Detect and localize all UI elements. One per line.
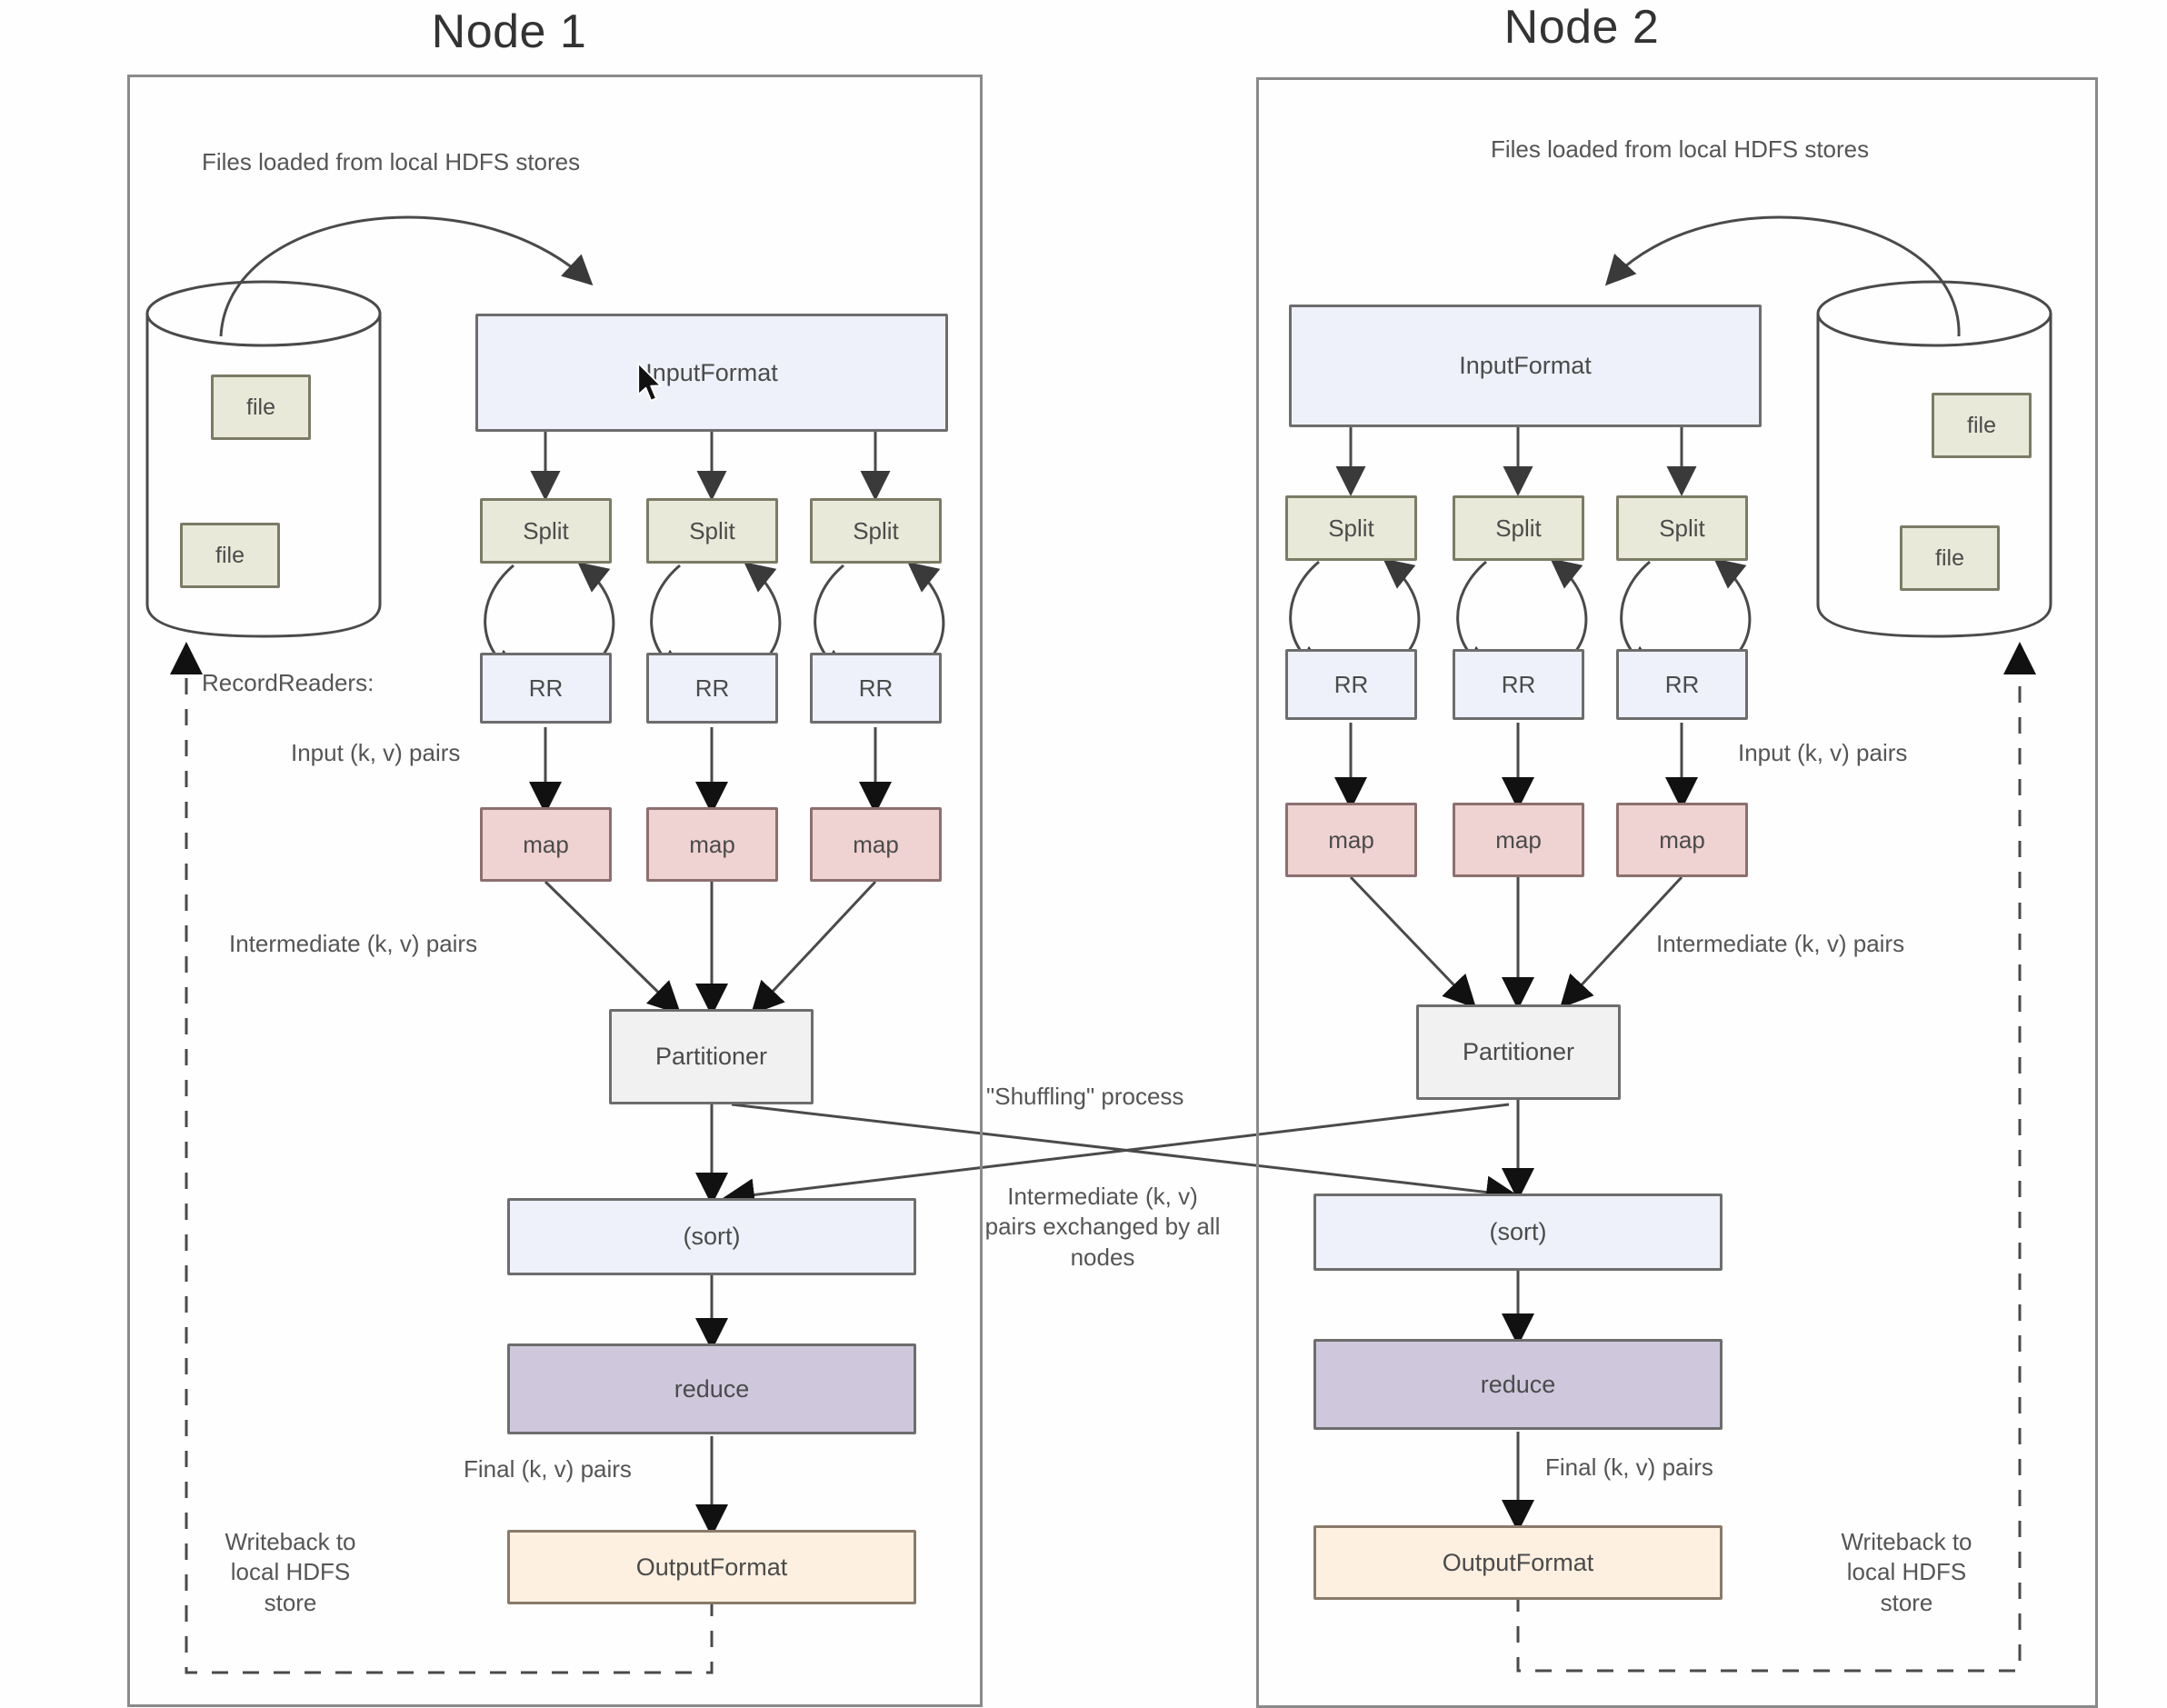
mouse-cursor-icon [637,362,662,402]
node-2-title: Node 2 [1503,1,1660,54]
diagram-canvas: Node 1 Files loaded from local HDFS stor… [0,0,2167,1708]
node-1-outputformat-box[interactable]: OutputFormat [507,1530,916,1604]
node-1-map-3[interactable]: map [810,807,942,882]
node-2-sort-box[interactable]: (sort) [1313,1194,1723,1271]
node-2-split-2[interactable]: Split [1453,495,1584,561]
node-1-sort-box[interactable]: (sort) [507,1198,916,1275]
node-1-input-pairs-label: Input (k, v) pairs [291,739,461,766]
node-2-recordreader-3[interactable]: RR [1616,649,1748,720]
node-1-map-1[interactable]: map [480,807,612,882]
node-2-intermediate-pairs-label: Intermediate (k, v) pairs [1656,930,1905,957]
node-1-inputformat-box[interactable]: InputFormat [475,314,948,432]
node-2-map-1[interactable]: map [1285,803,1417,877]
node-1-file-1: file [211,375,311,440]
node-2-inputformat-box[interactable]: InputFormat [1289,305,1762,427]
node-2-split-1[interactable]: Split [1285,495,1417,561]
node-2-recordreader-2[interactable]: RR [1453,649,1584,720]
node-2-outputformat-box[interactable]: OutputFormat [1313,1525,1723,1600]
node-1-split-3[interactable]: Split [810,498,942,564]
node-2-map-2[interactable]: map [1453,803,1584,877]
node-1-split-2[interactable]: Split [646,498,778,564]
node-2-partitioner-box[interactable]: Partitioner [1416,1004,1621,1100]
node-1-intermediate-pairs-label: Intermediate (k, v) pairs [229,930,478,957]
node-1-partitioner-box[interactable]: Partitioner [609,1009,814,1104]
shuffling-process-label: "Shuffling" process [986,1083,1184,1110]
node-2-map-3[interactable]: map [1616,803,1748,877]
node-1-reduce-box[interactable]: reduce [507,1343,916,1434]
node-2-split-3[interactable]: Split [1616,495,1748,561]
node-1-recordreaders-label: RecordReaders: [202,669,374,696]
shuffle-exchange-label: Intermediate (k, v) pairs exchanged by a… [984,1183,1221,1271]
node-2-input-pairs-label: Input (k, v) pairs [1738,739,1908,766]
node-1-writeback-label: Writeback to local HDFS store [225,1528,356,1616]
node-1-hdfs-load-label: Files loaded from local HDFS stores [202,148,581,175]
node-2-recordreader-1[interactable]: RR [1285,649,1417,720]
node-2-hdfs-load-label: Files loaded from local HDFS stores [1491,135,1870,163]
node-2-file-1: file [1932,393,2032,458]
node-1-recordreader-2[interactable]: RR [646,653,778,724]
node-1-file-2: file [180,523,280,588]
node-1-final-pairs-label: Final (k, v) pairs [464,1455,632,1483]
node-2-final-pairs-label: Final (k, v) pairs [1545,1453,1713,1481]
node-1-map-2[interactable]: map [646,807,778,882]
node-2-file-2: file [1900,525,2000,591]
node-1-split-1[interactable]: Split [480,498,612,564]
node-1-title: Node 1 [431,5,587,58]
node-1-recordreader-3[interactable]: RR [810,653,942,724]
node-2-writeback-label: Writeback to local HDFS store [1841,1528,1972,1616]
node-1-recordreader-1[interactable]: RR [480,653,612,724]
node-2-reduce-box[interactable]: reduce [1313,1339,1723,1430]
